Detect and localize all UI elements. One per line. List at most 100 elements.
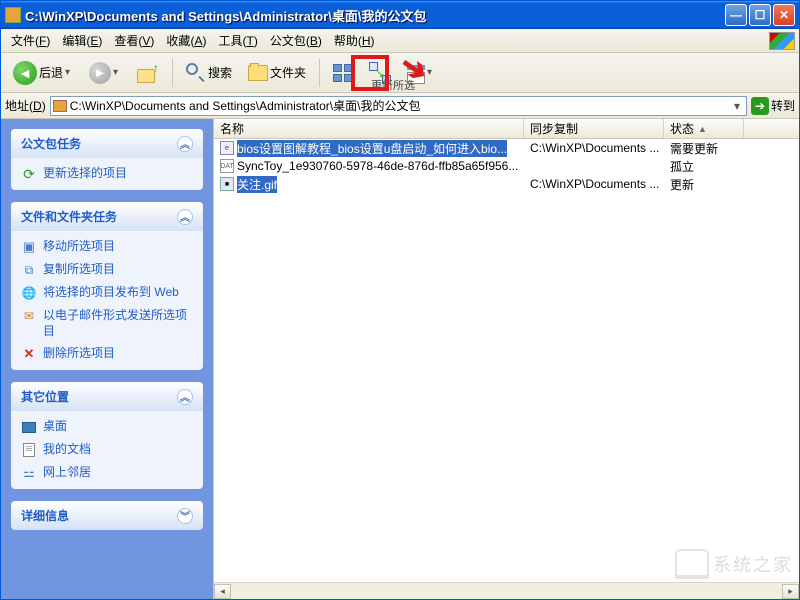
scroll-track[interactable] — [231, 584, 782, 599]
up-folder-icon: ↑ — [137, 63, 159, 83]
toolbar: ◄ 后退 ▾ ► ▾ ↑ 搜索 文件夹 ↘ ▾ — [1, 53, 799, 93]
folders-button[interactable]: 文件夹 — [242, 62, 312, 83]
search-icon — [186, 63, 206, 83]
update-all-icon — [333, 64, 353, 82]
cell-status: 需要更新 — [664, 139, 744, 158]
cell-name: ebios设置图解教程_bios设置u盘启动_如何进入bio... — [214, 139, 524, 158]
titlebar[interactable]: C:\WinXP\Documents and Settings\Administ… — [1, 1, 799, 29]
column-status[interactable]: 状态▲ — [664, 119, 744, 138]
task-update-selected[interactable]: ⟳ 更新选择的项目 — [21, 166, 193, 182]
cell-sync: C:\WinXP\Documents ... — [524, 140, 664, 156]
place-my-documents[interactable]: 我的文档 — [21, 442, 193, 458]
cell-status: 孤立 — [664, 157, 744, 176]
update-all-button[interactable] — [327, 62, 359, 84]
panel-file-tasks: 文件和文件夹任务 ︽ ▣移动所选项目 ⧉复制所选项目 🌐将选择的项目发布到 We… — [11, 202, 203, 370]
chevron-down-icon[interactable]: ︾ — [177, 508, 193, 524]
menu-edit[interactable]: 编辑(E) — [56, 29, 108, 52]
panel-header[interactable]: 文件和文件夹任务 ︽ — [11, 202, 203, 231]
file-dat-icon: DAT — [220, 159, 234, 173]
address-label: 地址(D) — [5, 97, 46, 114]
refresh-icon: ⟳ — [21, 166, 37, 182]
document-icon — [21, 442, 37, 458]
view-dropdown-icon[interactable]: ▾ — [427, 67, 435, 78]
panel-other-places: 其它位置 ︽ 桌面 我的文档 ⚍网上邻居 — [11, 382, 203, 489]
chevron-up-icon[interactable]: ︽ — [177, 209, 193, 225]
address-path: C:\WinXP\Documents and Settings\Administ… — [70, 97, 421, 114]
copy-icon: ⧉ — [21, 262, 37, 278]
table-row[interactable]: ebios设置图解教程_bios设置u盘启动_如何进入bio...C:\WinX… — [214, 139, 799, 157]
briefcase-icon — [53, 100, 67, 112]
place-desktop[interactable]: 桌面 — [21, 419, 193, 435]
file-html-icon: e — [220, 141, 234, 155]
separator — [319, 59, 320, 87]
task-copy[interactable]: ⧉复制所选项目 — [21, 262, 193, 278]
task-delete[interactable]: ✕删除所选项目 — [21, 346, 193, 362]
go-button[interactable]: ➔ 转到 — [751, 97, 795, 115]
up-button[interactable]: ↑ — [131, 61, 165, 85]
address-bar: 地址(D) C:\WinXP\Documents and Settings\Ad… — [1, 93, 799, 119]
address-field[interactable]: C:\WinXP\Documents and Settings\Administ… — [50, 96, 747, 116]
task-move[interactable]: ▣移动所选项目 — [21, 239, 193, 255]
maximize-button[interactable]: ☐ — [749, 4, 771, 26]
scroll-left-button[interactable]: ◂ — [214, 584, 231, 599]
forward-arrow-icon: ► — [89, 62, 111, 84]
chevron-up-icon[interactable]: ︽ — [177, 389, 193, 405]
cell-status: 更新 — [664, 175, 744, 194]
column-name[interactable]: 名称 — [214, 119, 524, 138]
globe-icon: 🌐 — [21, 285, 37, 301]
forward-dropdown-icon[interactable]: ▾ — [113, 67, 121, 78]
panel-header[interactable]: 其它位置 ︽ — [11, 382, 203, 411]
content-area: 公文包任务 ︽ ⟳ 更新选择的项目 文件和文件夹任务 ︽ ▣移动所选项目 — [1, 119, 799, 599]
task-sidebar: 公文包任务 ︽ ⟳ 更新选择的项目 文件和文件夹任务 ︽ ▣移动所选项目 — [1, 119, 213, 599]
place-network[interactable]: ⚍网上邻居 — [21, 465, 193, 481]
windows-flag-icon — [769, 32, 795, 50]
briefcase-icon — [5, 7, 21, 23]
panel-details: 详细信息 ︾ — [11, 501, 203, 530]
cell-name: ■关注.gif — [214, 175, 524, 194]
separator — [172, 59, 173, 87]
column-sync-copy[interactable]: 同步复制 — [524, 119, 664, 138]
back-arrow-icon: ◄ — [13, 61, 37, 85]
search-button[interactable]: 搜索 — [180, 61, 238, 85]
window-title: C:\WinXP\Documents and Settings\Administ… — [25, 6, 723, 25]
folder-icon — [248, 65, 268, 81]
table-row[interactable]: ■关注.gifC:\WinXP\Documents ...更新 — [214, 175, 799, 193]
forward-button[interactable]: ► ▾ — [83, 60, 127, 86]
column-headers: 名称 同步复制 状态▲ — [214, 119, 799, 139]
cell-sync — [524, 165, 664, 167]
go-icon: ➔ — [751, 97, 769, 115]
file-rows[interactable]: ebios设置图解教程_bios设置u盘启动_如何进入bio...C:\WinX… — [214, 139, 799, 582]
menu-briefcase[interactable]: 公文包(B) — [264, 29, 328, 52]
menu-tools[interactable]: 工具(T) — [212, 29, 263, 52]
panel-header[interactable]: 公文包任务 ︽ — [11, 129, 203, 158]
panel-briefcase-tasks: 公文包任务 ︽ ⟳ 更新选择的项目 — [11, 129, 203, 190]
toolbar-sublabel: 更新所选 — [371, 77, 415, 93]
back-button[interactable]: ◄ 后退 ▾ — [7, 59, 79, 87]
menubar: 文件(F) 编辑(E) 查看(V) 收藏(A) 工具(T) 公文包(B) 帮助(… — [1, 29, 799, 53]
menu-view[interactable]: 查看(V) — [108, 29, 160, 52]
horizontal-scrollbar[interactable]: ◂ ▸ — [214, 582, 799, 599]
desktop-icon — [21, 419, 37, 435]
task-email[interactable]: ✉以电子邮件形式发送所选项目 — [21, 308, 193, 339]
back-dropdown-icon[interactable]: ▾ — [65, 67, 73, 78]
file-gif-icon: ■ — [220, 177, 234, 191]
minimize-button[interactable]: — — [725, 4, 747, 26]
explorer-window: C:\WinXP\Documents and Settings\Administ… — [0, 0, 800, 600]
network-icon: ⚍ — [21, 465, 37, 481]
cell-name: DATSyncToy_1e930760-5978-46de-876d-ffb85… — [214, 158, 524, 174]
sort-asc-icon: ▲ — [698, 124, 707, 134]
table-row[interactable]: DATSyncToy_1e930760-5978-46de-876d-ffb85… — [214, 157, 799, 175]
close-button[interactable]: ✕ — [773, 4, 795, 26]
address-dropdown-icon[interactable]: ▾ — [730, 99, 744, 113]
menu-favorites[interactable]: 收藏(A) — [160, 29, 212, 52]
panel-header[interactable]: 详细信息 ︾ — [11, 501, 203, 530]
menu-file[interactable]: 文件(F) — [5, 29, 56, 52]
task-publish-web[interactable]: 🌐将选择的项目发布到 Web — [21, 285, 193, 301]
chevron-up-icon[interactable]: ︽ — [177, 136, 193, 152]
menu-help[interactable]: 帮助(H) — [328, 29, 381, 52]
panel-body: 桌面 我的文档 ⚍网上邻居 — [11, 411, 203, 489]
cell-sync: C:\WinXP\Documents ... — [524, 176, 664, 192]
panel-body: ▣移动所选项目 ⧉复制所选项目 🌐将选择的项目发布到 Web ✉以电子邮件形式发… — [11, 231, 203, 370]
panel-body: ⟳ 更新选择的项目 — [11, 158, 203, 190]
scroll-right-button[interactable]: ▸ — [782, 584, 799, 599]
